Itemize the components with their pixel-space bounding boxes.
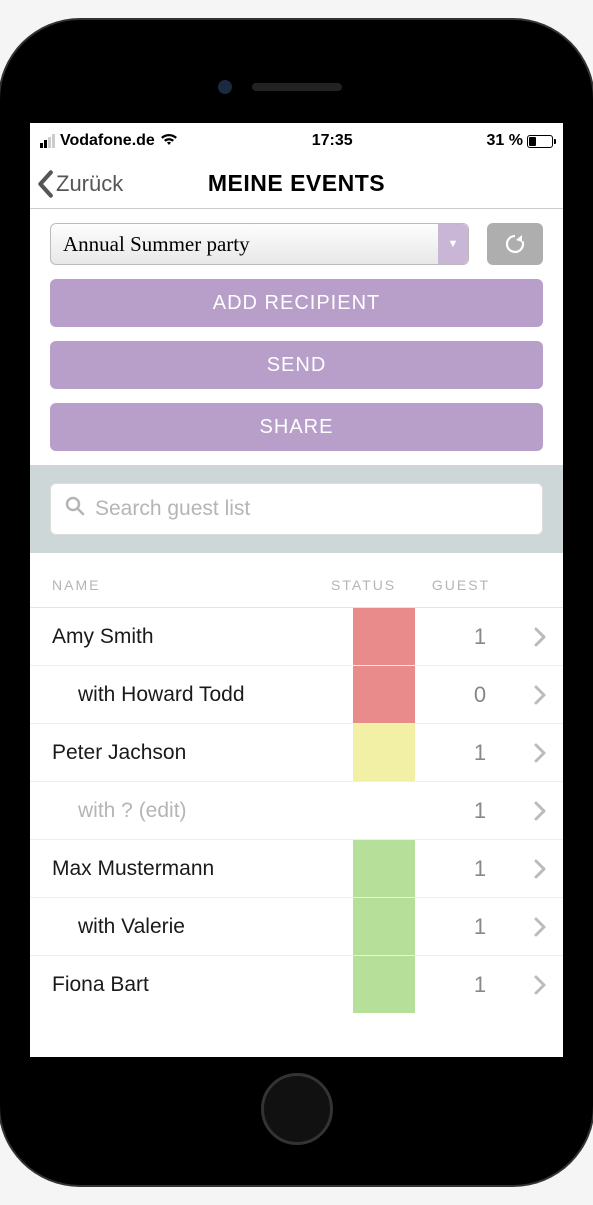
- guest-row[interactable]: Amy Smith 1: [30, 607, 563, 665]
- header-guest: GUEST: [421, 577, 501, 593]
- chevron-left-icon: [36, 170, 54, 198]
- event-select[interactable]: Annual Summer party ▼: [50, 223, 469, 265]
- guest-name: with Valerie: [30, 898, 353, 955]
- speaker: [252, 83, 342, 91]
- status-right: 31 %: [487, 132, 553, 150]
- guest-count: 1: [443, 956, 517, 1013]
- guest-list: Amy Smith1with Howard Todd0Peter Jachson…: [30, 607, 563, 1013]
- battery-percent: 31 %: [487, 132, 523, 150]
- guest-row[interactable]: with Valerie 1: [30, 897, 563, 955]
- chevron-right-icon: [517, 840, 563, 897]
- guest-row[interactable]: with ? (edit) 1: [30, 781, 563, 839]
- chevron-right-icon: [517, 724, 563, 781]
- guest-count: 1: [443, 898, 517, 955]
- list-header: NAME STATUS GUEST: [30, 553, 563, 607]
- search-wrap: [30, 465, 563, 553]
- phone-inner: Vodafone.de 17:35 31 %: [18, 38, 575, 1167]
- status-badge: [353, 956, 415, 1013]
- chevron-right-icon: [517, 666, 563, 723]
- back-label: Zurück: [56, 171, 123, 197]
- status-badge: [353, 666, 415, 723]
- header-status: STATUS: [331, 577, 421, 593]
- chevron-right-icon: [517, 782, 563, 839]
- guest-name: with Howard Todd: [30, 666, 353, 723]
- signal-icon: [40, 134, 55, 148]
- guest-name: Max Mustermann: [30, 840, 353, 897]
- chevron-down-icon: ▼: [438, 224, 468, 264]
- front-camera: [218, 80, 232, 94]
- nav-bar: Zurück MEINE EVENTS: [30, 159, 563, 209]
- carrier-label: Vodafone.de: [60, 132, 155, 150]
- clock: 17:35: [312, 132, 353, 150]
- status-badge: [353, 898, 415, 955]
- status-badge: [353, 840, 415, 897]
- top-controls: Annual Summer party ▼ ADD RECIPIENT SEND…: [30, 209, 563, 465]
- guest-count: 1: [443, 608, 517, 665]
- battery-icon: [527, 135, 553, 148]
- status-badge: [353, 608, 415, 665]
- back-button[interactable]: Zurück: [36, 170, 123, 198]
- status-left: Vodafone.de: [40, 132, 178, 151]
- chevron-right-icon: [517, 956, 563, 1013]
- guest-name: Fiona Bart: [30, 956, 353, 1013]
- guest-row[interactable]: Fiona Bart 1: [30, 955, 563, 1013]
- status-bar: Vodafone.de 17:35 31 %: [30, 123, 563, 159]
- home-button[interactable]: [261, 1073, 333, 1145]
- chevron-right-icon: [517, 608, 563, 665]
- guest-row[interactable]: Peter Jachson 1: [30, 723, 563, 781]
- guest-count: 1: [443, 782, 517, 839]
- status-badge: [353, 724, 415, 781]
- guest-name: Peter Jachson: [30, 724, 353, 781]
- search-input[interactable]: [95, 497, 528, 521]
- guest-row[interactable]: Max Mustermann 1: [30, 839, 563, 897]
- screen: Vodafone.de 17:35 31 %: [30, 123, 563, 1057]
- guest-count: 1: [443, 840, 517, 897]
- guest-name: Amy Smith: [30, 608, 353, 665]
- chevron-right-icon: [517, 898, 563, 955]
- content: Annual Summer party ▼ ADD RECIPIENT SEND…: [30, 209, 563, 1057]
- search-box[interactable]: [50, 483, 543, 535]
- guest-row[interactable]: with Howard Todd 0: [30, 665, 563, 723]
- search-icon: [65, 496, 85, 522]
- refresh-icon: [503, 232, 527, 256]
- phone-frame: Vodafone.de 17:35 31 %: [0, 20, 593, 1185]
- add-recipient-button[interactable]: ADD RECIPIENT: [50, 279, 543, 327]
- share-button[interactable]: SHARE: [50, 403, 543, 451]
- wifi-icon: [160, 132, 178, 151]
- send-button[interactable]: SEND: [50, 341, 543, 389]
- guest-count: 1: [443, 724, 517, 781]
- header-name: NAME: [52, 577, 331, 593]
- refresh-button[interactable]: [487, 223, 543, 265]
- status-badge: [353, 782, 415, 839]
- event-select-value: Annual Summer party: [63, 232, 250, 257]
- guest-count: 0: [443, 666, 517, 723]
- guest-name: with ? (edit): [30, 782, 353, 839]
